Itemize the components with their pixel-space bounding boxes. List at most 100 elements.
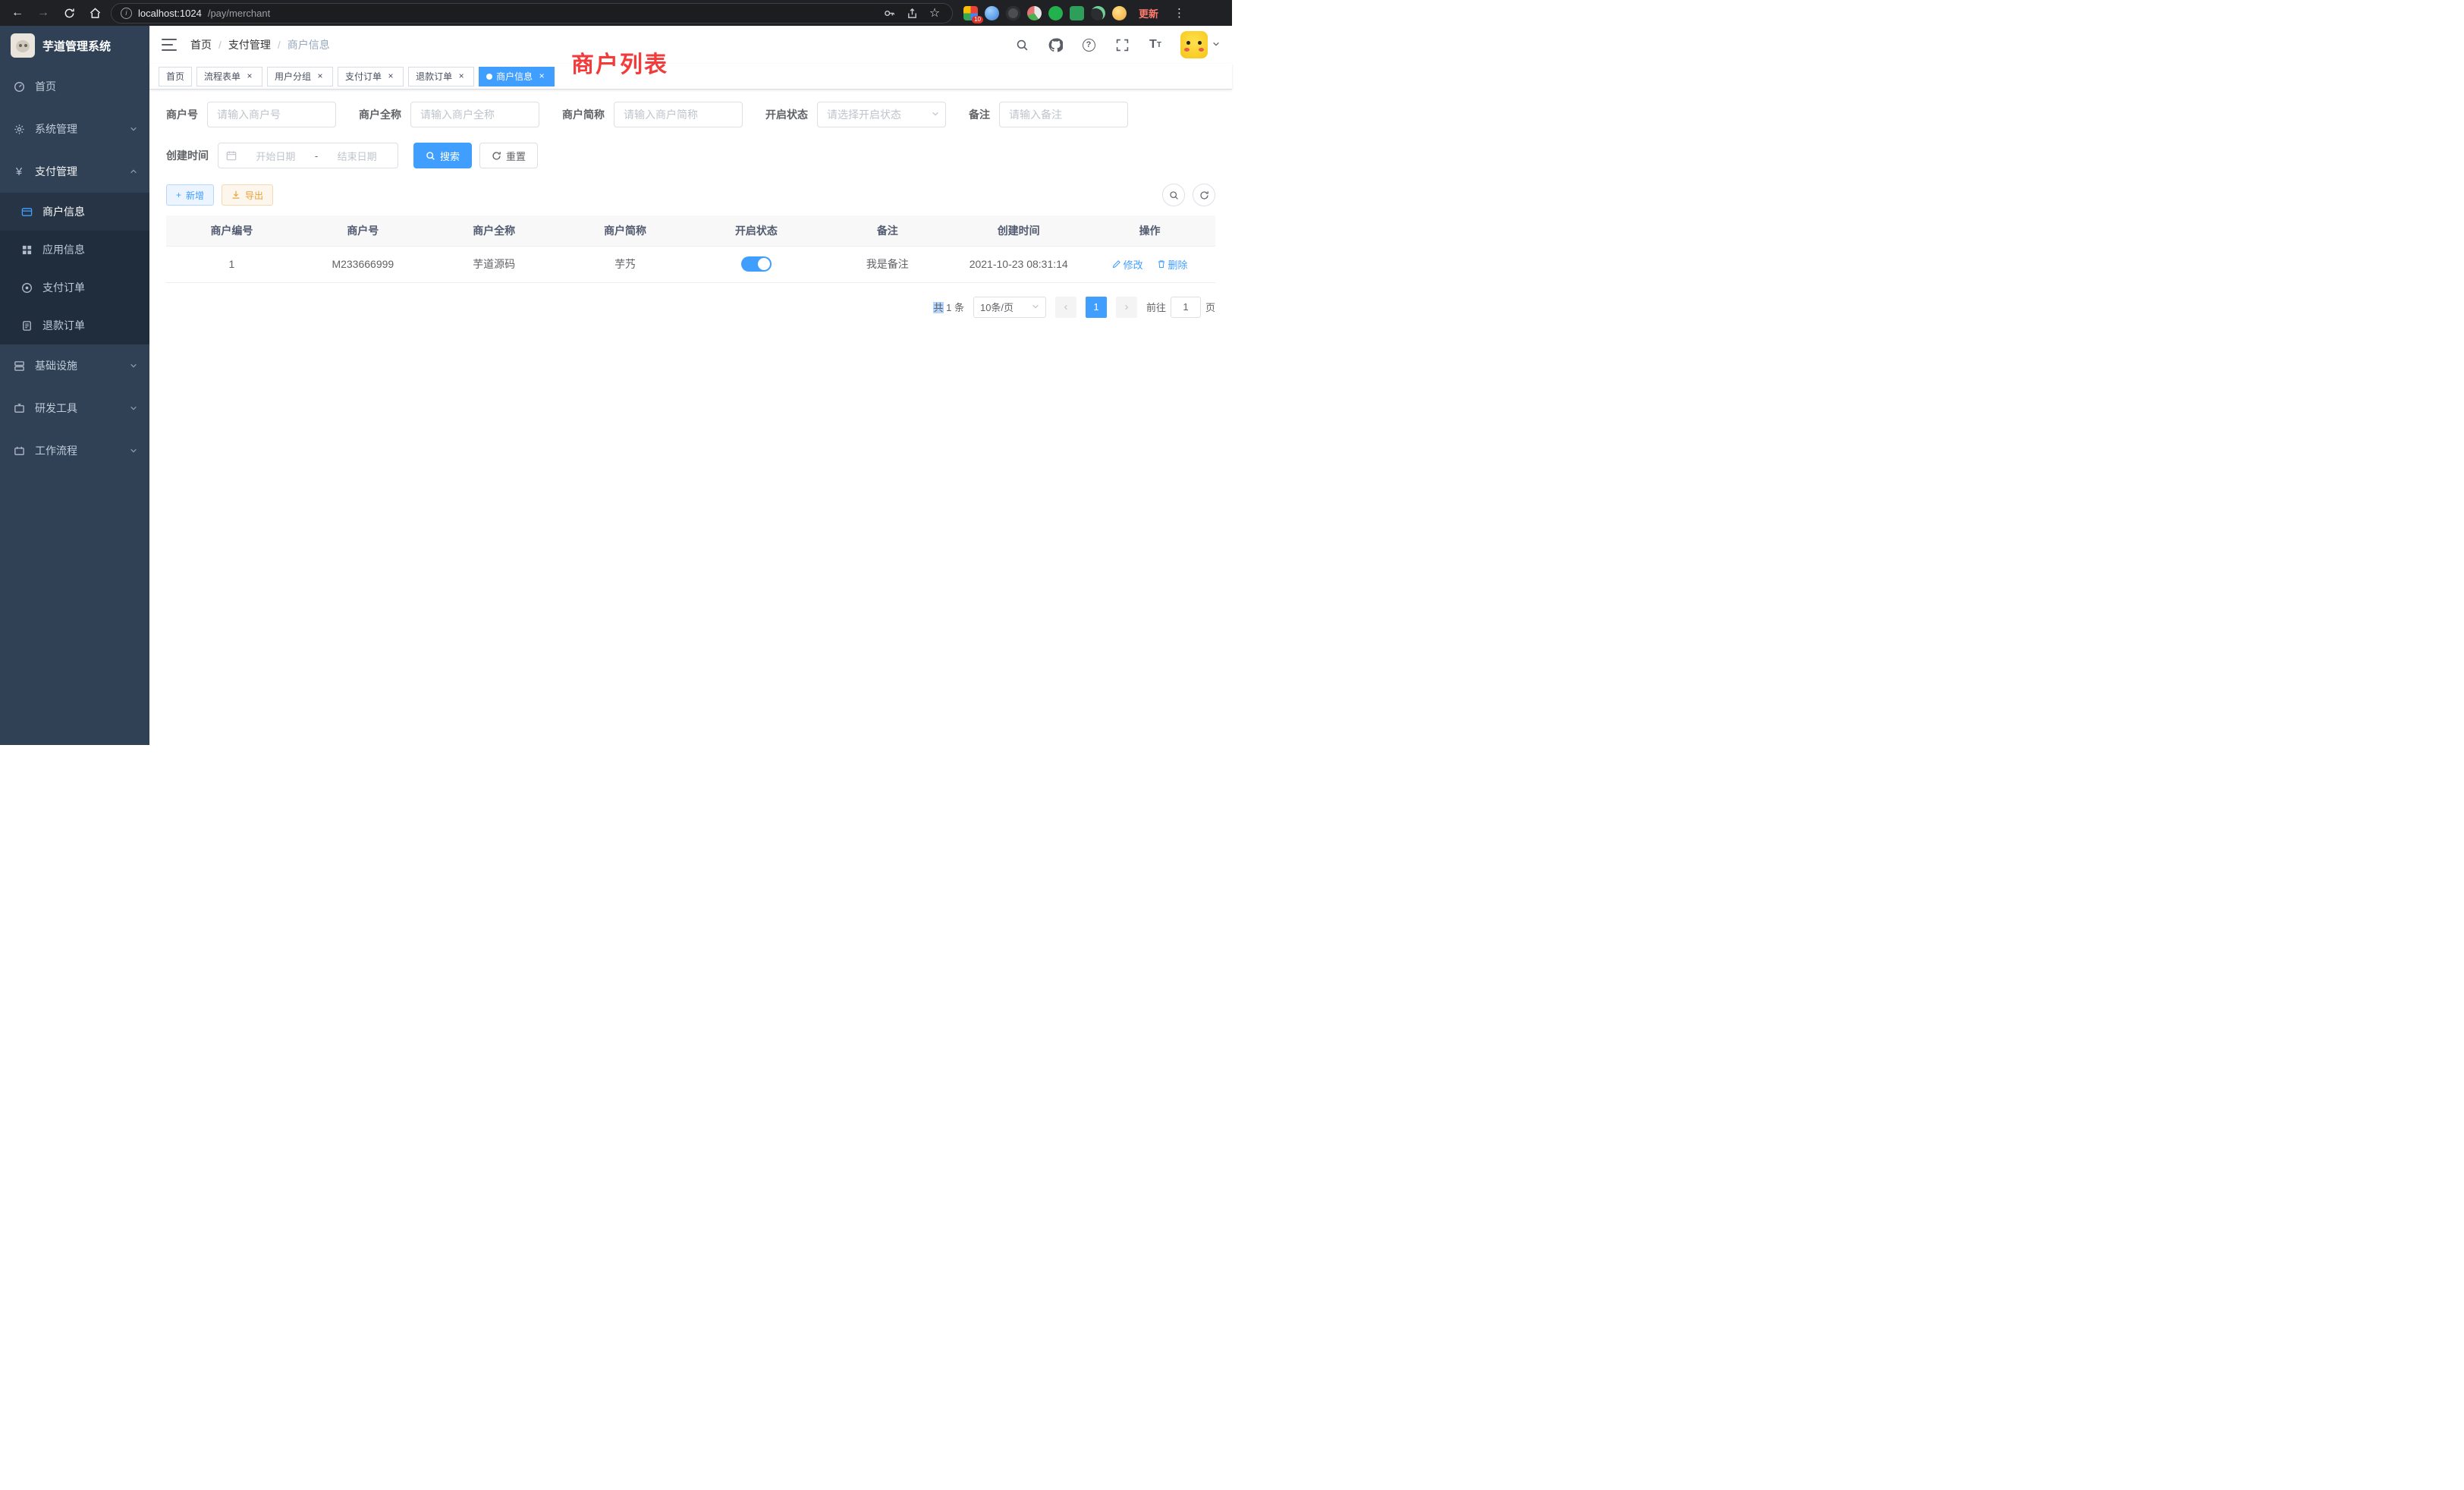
help-icon[interactable]: ? <box>1080 36 1097 53</box>
tab-refund-order[interactable]: 退款订单 × <box>408 67 474 86</box>
password-key-icon[interactable] <box>881 5 897 21</box>
navbar: 首页 / 支付管理 / 商户信息 ? TT <box>149 26 1232 64</box>
back-icon[interactable]: ← <box>8 3 27 23</box>
extension-badge: 10 <box>972 16 983 24</box>
tab-user-group[interactable]: 用户分组 × <box>267 67 333 86</box>
logo-avatar <box>11 33 35 58</box>
extension-dark-circle-icon[interactable] <box>1006 6 1020 20</box>
forward-icon[interactable]: → <box>33 3 53 23</box>
user-avatar[interactable] <box>1180 31 1220 58</box>
page-number-button[interactable]: 1 <box>1086 297 1107 318</box>
sidebar-item-label: 退款订单 <box>42 318 137 333</box>
delete-link-label: 删除 <box>1168 257 1188 272</box>
edit-link[interactable]: 修改 <box>1112 257 1143 272</box>
extension-green-doc-icon[interactable] <box>1070 6 1084 20</box>
field-short-name: 商户简称 <box>562 102 743 127</box>
cell-merchant-id: 1 <box>166 246 297 282</box>
cell-remark: 我是备注 <box>822 246 953 282</box>
font-size-icon[interactable]: TT <box>1147 36 1164 53</box>
fullscreen-icon[interactable] <box>1114 36 1130 53</box>
status-select[interactable]: 请选择开启状态 <box>817 102 946 127</box>
extension-multicolor-icon[interactable] <box>1027 6 1042 20</box>
tab-label: 首页 <box>166 70 184 83</box>
home-icon[interactable] <box>85 3 105 23</box>
tab-merchant-info[interactable]: 商户信息 × <box>479 67 555 86</box>
delete-link[interactable]: 删除 <box>1157 257 1188 272</box>
search-button[interactable]: 搜索 <box>413 143 472 168</box>
next-page-button[interactable]: › <box>1116 297 1137 318</box>
close-icon[interactable]: × <box>244 71 255 82</box>
search-form-row-2: 创建时间 开始日期 - 结束日期 搜索 重置 <box>166 143 1215 168</box>
close-icon[interactable]: × <box>315 71 325 82</box>
url-bar[interactable]: i localhost:1024/pay/merchant ☆ <box>111 3 953 24</box>
chrome-update-button[interactable]: 更新 <box>1133 4 1164 23</box>
goto-label: 前往 <box>1146 300 1166 314</box>
extension-puzzle-icon[interactable]: 10 <box>963 6 978 20</box>
close-icon[interactable]: × <box>385 71 396 82</box>
field-label: 商户简称 <box>562 107 614 122</box>
search-icon[interactable] <box>1014 36 1030 53</box>
chevron-down-icon <box>1212 38 1220 52</box>
sidebar-item-merchant-info[interactable]: 商户信息 <box>0 193 149 231</box>
cell-full-name: 芋道源码 <box>429 246 560 282</box>
extension-drop-icon[interactable] <box>985 6 999 20</box>
sidebar-item-infra[interactable]: 基础设施 <box>0 344 149 387</box>
browser-menu-icon[interactable]: ⋮ <box>1171 6 1188 20</box>
sidebar-item-system[interactable]: 系统管理 <box>0 108 149 150</box>
full-name-input[interactable] <box>410 102 539 127</box>
export-button[interactable]: 导出 <box>222 184 273 206</box>
col-create-time: 创建时间 <box>953 215 1084 246</box>
prev-page-button[interactable]: ‹ <box>1055 297 1076 318</box>
extensions-row: 10 <box>963 6 1127 20</box>
app-logo[interactable]: 芋道管理系统 <box>0 26 149 65</box>
infra-icon <box>12 359 26 372</box>
goto-unit: 页 <box>1205 300 1215 314</box>
pay-submenu: 商户信息 应用信息 支付订单 <box>0 193 149 344</box>
tab-home[interactable]: 首页 <box>159 67 192 86</box>
remark-input[interactable] <box>999 102 1128 127</box>
sidebar-item-home[interactable]: 首页 <box>0 65 149 108</box>
field-create-time: 创建时间 开始日期 - 结束日期 <box>166 143 398 168</box>
sidebar-item-app-info[interactable]: 应用信息 <box>0 231 149 269</box>
short-name-input[interactable] <box>614 102 743 127</box>
tab-pay-order[interactable]: 支付订单 × <box>338 67 404 86</box>
browser-chrome: ← → i localhost:1024/pay/merchant ☆ 10 更… <box>0 0 1232 26</box>
sidebar-item-refund-order[interactable]: 退款订单 <box>0 306 149 344</box>
col-full-name: 商户全称 <box>429 215 560 246</box>
date-separator: - <box>315 150 318 162</box>
create-time-range-picker[interactable]: 开始日期 - 结束日期 <box>218 143 398 168</box>
refund-order-icon <box>20 319 33 332</box>
breadcrumb-current: 商户信息 <box>288 37 330 52</box>
share-icon[interactable] <box>904 5 920 21</box>
sidebar-item-pay-order[interactable]: 支付订单 <box>0 269 149 306</box>
merchant-no-input[interactable] <box>207 102 336 127</box>
breadcrumb-pay[interactable]: 支付管理 <box>228 37 271 52</box>
sidebar-item-pay[interactable]: ¥ 支付管理 <box>0 150 149 193</box>
close-icon[interactable]: × <box>456 71 467 82</box>
add-button[interactable]: + 新增 <box>166 184 214 206</box>
reset-button[interactable]: 重置 <box>479 143 538 168</box>
sidebar-toggle-icon[interactable] <box>162 39 177 51</box>
site-info-icon[interactable]: i <box>121 8 132 19</box>
breadcrumb-home[interactable]: 首页 <box>190 37 212 52</box>
field-label: 商户号 <box>166 107 207 122</box>
bookmark-star-icon[interactable]: ☆ <box>926 5 943 21</box>
navbar-actions: ? TT <box>1014 31 1220 58</box>
toggle-search-button[interactable] <box>1162 184 1185 206</box>
close-icon[interactable]: × <box>536 71 547 82</box>
tabs-bar: 首页 流程表单 × 用户分组 × 支付订单 × 退款订单 × 商户信息 × <box>149 64 1232 90</box>
extension-yellow-face-icon[interactable] <box>1112 6 1127 20</box>
sidebar-item-devtools[interactable]: 研发工具 <box>0 387 149 429</box>
refresh-icon[interactable] <box>59 3 79 23</box>
extension-green-circle-icon[interactable] <box>1048 6 1063 20</box>
sidebar-item-workflow[interactable]: 工作流程 <box>0 429 149 472</box>
refresh-table-button[interactable] <box>1193 184 1215 206</box>
status-toggle[interactable] <box>741 256 772 272</box>
page-size-select[interactable]: 10条/页 <box>973 297 1046 318</box>
goto-page-input[interactable] <box>1171 297 1201 318</box>
extension-pinwheel-icon[interactable] <box>1091 6 1105 20</box>
github-icon[interactable] <box>1047 36 1064 53</box>
sidebar-item-label: 首页 <box>35 79 137 94</box>
chevron-up-icon <box>130 168 137 175</box>
tab-process-form[interactable]: 流程表单 × <box>196 67 262 86</box>
